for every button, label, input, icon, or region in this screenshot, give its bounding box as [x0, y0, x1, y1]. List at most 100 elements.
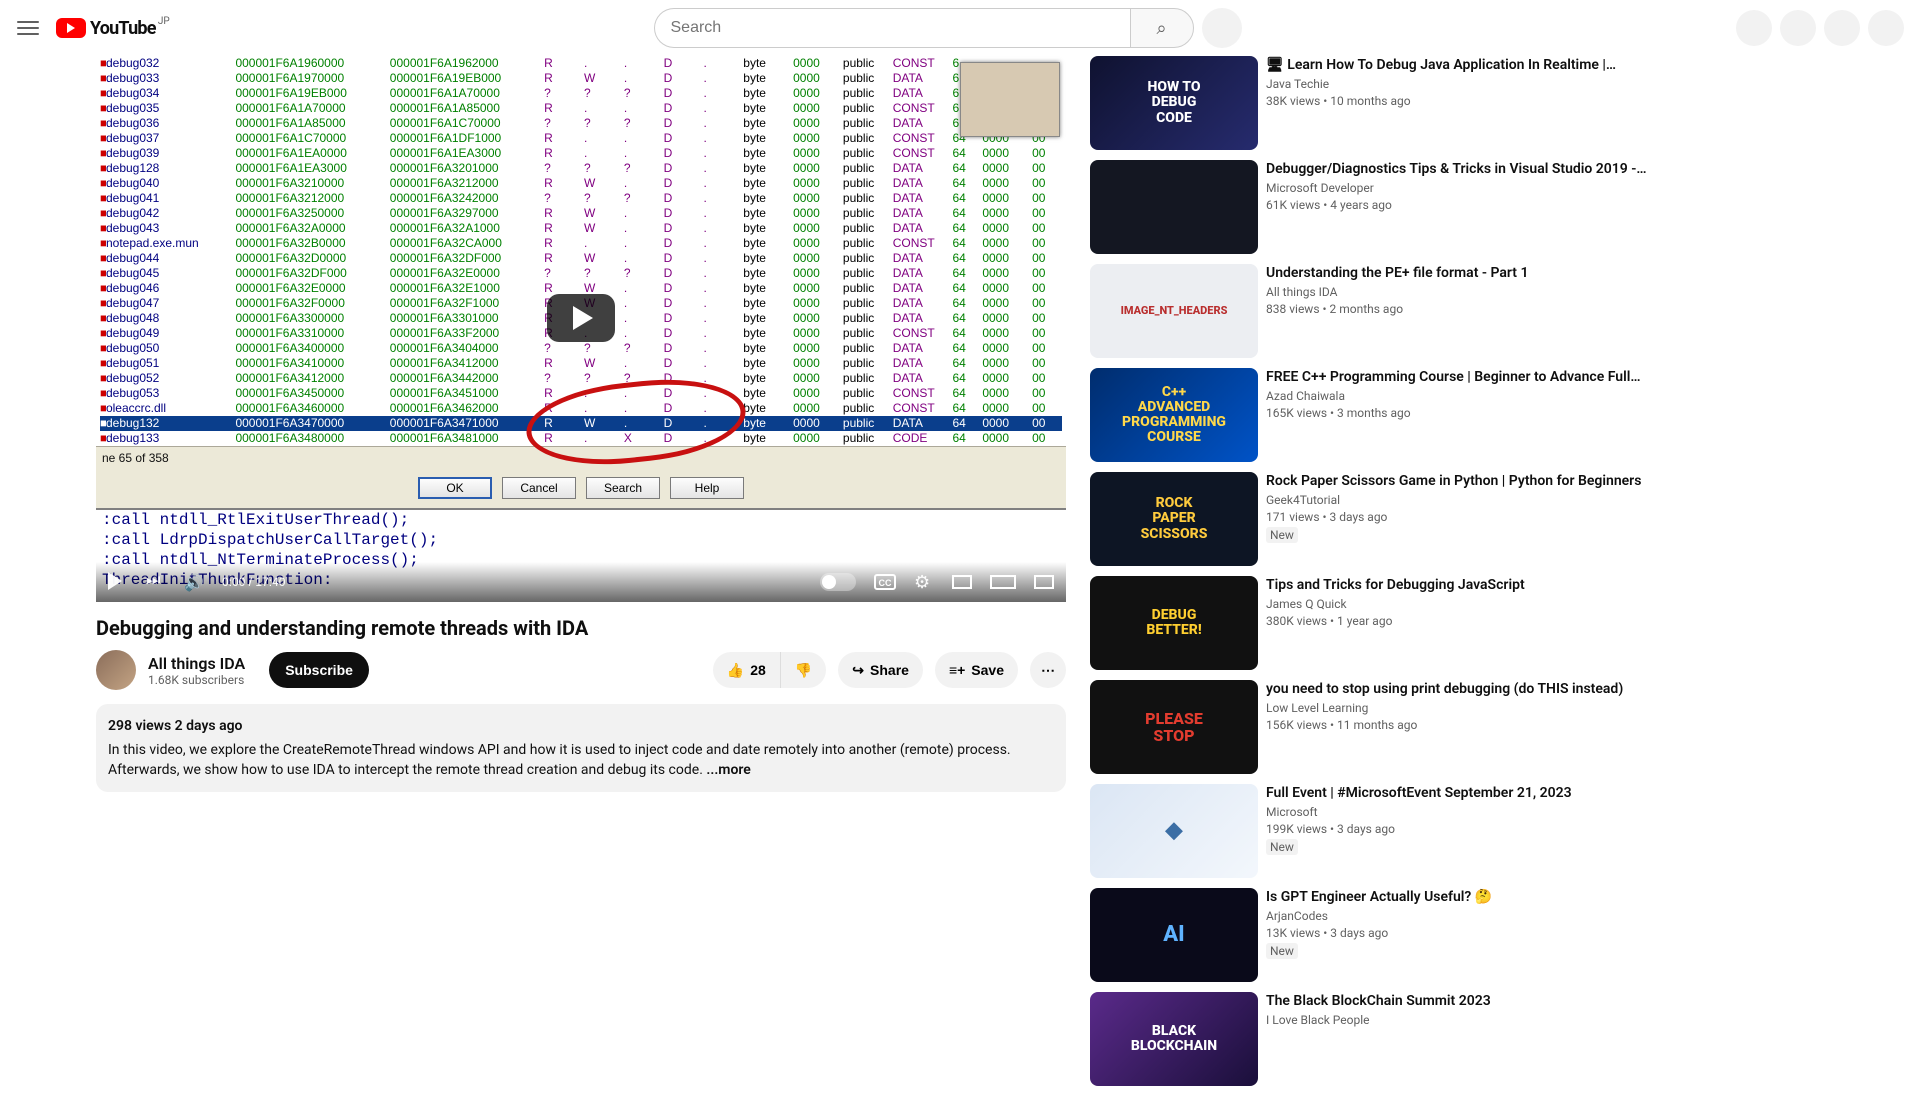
- share-button[interactable]: ↪ Share: [838, 652, 923, 688]
- reco-thumbnail: IMAGE_NT_HEADERS: [1090, 264, 1258, 358]
- reco-title: Tips and Tricks for Debugging JavaScript: [1266, 576, 1525, 594]
- new-badge: New: [1266, 527, 1298, 543]
- recommendation-item[interactable]: DEBUGBETTER!Tips and Tricks for Debuggin…: [1090, 576, 1896, 670]
- video-title: Debugging and understanding remote threa…: [96, 616, 1066, 640]
- reco-meta: 13K views • 3 days ago: [1266, 926, 1492, 940]
- ida-row: ■debug044000001F6A32D0000000001F6A32DF00…: [100, 251, 1062, 266]
- search-button[interactable]: ⌕: [1130, 8, 1194, 48]
- ida-row: ■debug052000001F6A3412000000001F6A344200…: [100, 371, 1062, 386]
- reco-thumbnail: ROCKPAPERSCISSORS: [1090, 472, 1258, 566]
- ida-row: ■notepad.exe.mun000001F6A32B0000000001F6…: [100, 236, 1062, 251]
- thumbs-up-icon: 👍: [727, 662, 744, 679]
- save-button[interactable]: ≡+ Save: [935, 652, 1018, 688]
- youtube-logo[interactable]: YouTube JP: [56, 18, 156, 39]
- recommendation-item[interactable]: Debugger/Diagnostics Tips & Tricks in Vi…: [1090, 160, 1896, 254]
- video-meta-row: All things IDA 1.68K subscribers Subscri…: [96, 650, 1066, 690]
- subscribe-button[interactable]: Subscribe: [269, 652, 369, 688]
- ida-row: ■debug039000001F6A1EA0000000001F6A1EA300…: [100, 146, 1062, 161]
- description-box[interactable]: 298 views 2 days ago In this video, we e…: [96, 704, 1066, 792]
- ida-ok-button: OK: [418, 477, 492, 499]
- captions-button[interactable]: CC: [874, 574, 896, 590]
- more-actions-button[interactable]: ⋯: [1030, 652, 1066, 688]
- reco-channel: Low Level Learning: [1266, 701, 1623, 715]
- dislike-button[interactable]: 👎: [781, 652, 826, 688]
- thumbs-down-icon: 👎: [795, 662, 812, 679]
- volume-button[interactable]: [184, 572, 204, 592]
- search-form: ⌕: [654, 8, 1194, 48]
- reco-channel: Java Techie: [1266, 77, 1616, 91]
- reco-title: Rock Paper Scissors Game in Python | Pyt…: [1266, 472, 1641, 490]
- recommendation-item[interactable]: ROCKPAPERSCISSORS Rock Paper Scissors Gam…: [1090, 472, 1896, 566]
- show-more-button[interactable]: ...more: [706, 762, 750, 778]
- video-player[interactable]: ■debug032000001F6A1960000000001F6A196200…: [96, 56, 1066, 602]
- reco-thumbnail: ◆: [1090, 784, 1258, 878]
- ida-row: ■debug051000001F6A3410000000001F6A341200…: [100, 356, 1062, 371]
- reco-meta: 156K views • 11 months ago: [1266, 718, 1623, 732]
- ida-row: ■debug133000001F6A3480000000001F6A348100…: [100, 431, 1062, 446]
- like-button[interactable]: 👍 28: [713, 652, 781, 688]
- fullscreen-button[interactable]: [1034, 575, 1054, 589]
- player-control-bar: ⏭ 0:00 / 17:40 CC: [96, 562, 1066, 602]
- header-action-3[interactable]: [1824, 10, 1860, 46]
- recommendation-item[interactable]: HOW TODEBUGCODE 🖥 Learn How To Debug Java…: [1090, 56, 1896, 150]
- ida-row: ■debug042000001F6A3250000000001F6A329700…: [100, 206, 1062, 221]
- reco-meta: 165K views • 3 months ago: [1266, 406, 1640, 420]
- reco-meta: 38K views • 10 months ago: [1266, 94, 1616, 108]
- reco-thumbnail: C++ADVANCEDPROGRAMMINGCOURSE: [1090, 368, 1258, 462]
- reco-title: The Black BlockChain Summit 2023: [1266, 992, 1491, 1010]
- reco-channel: Microsoft: [1266, 805, 1572, 819]
- big-play-button[interactable]: [547, 294, 615, 342]
- recommendation-item[interactable]: AIIs GPT Engineer Actually Useful? 🤔Arja…: [1090, 888, 1896, 982]
- reco-thumbnail: [1090, 160, 1258, 254]
- country-code: JP: [158, 16, 170, 27]
- description-line2: Afterwards, we show how to use IDA to in…: [108, 762, 706, 778]
- like-count: 28: [750, 662, 766, 678]
- reco-title: Full Event | #MicrosoftEvent September 2…: [1266, 784, 1572, 802]
- webcam-overlay: [960, 62, 1060, 137]
- miniplayer-button[interactable]: [952, 575, 972, 589]
- recommendation-item[interactable]: ◆ Full Event | #MicrosoftEvent September …: [1090, 784, 1896, 878]
- reco-channel: ArjanCodes: [1266, 909, 1492, 923]
- voice-search-button[interactable]: [1202, 8, 1242, 48]
- recommendation-item[interactable]: IMAGE_NT_HEADERSUnderstanding the PE+ fi…: [1090, 264, 1896, 358]
- search-input[interactable]: [654, 8, 1130, 48]
- recommendation-item[interactable]: PLEASESTOPyou need to stop using print d…: [1090, 680, 1896, 774]
- channel-name[interactable]: All things IDA: [148, 654, 245, 673]
- masthead: YouTube JP ⌕: [0, 0, 1920, 56]
- header-action-1[interactable]: [1736, 10, 1772, 46]
- ida-row: ■debug053000001F6A3450000000001F6A345100…: [100, 386, 1062, 401]
- recommendations-list: HOW TODEBUGCODE 🖥 Learn How To Debug Java…: [1090, 56, 1896, 1096]
- reco-meta: 61K views • 4 years ago: [1266, 198, 1647, 212]
- reco-channel: James Q Quick: [1266, 597, 1525, 611]
- ida-row: ■debug041000001F6A3212000000001F6A324200…: [100, 191, 1062, 206]
- channel-avatar[interactable]: [96, 650, 136, 690]
- settings-button[interactable]: [914, 572, 934, 592]
- reco-channel: I Love Black People: [1266, 1013, 1491, 1027]
- logo-text: YouTube: [90, 18, 156, 39]
- avatar-button[interactable]: [1868, 10, 1904, 46]
- autoplay-toggle[interactable]: [820, 573, 856, 591]
- ida-row: ■debug128000001F6A1EA3000000001F6A320100…: [100, 161, 1062, 176]
- ida-row: ■oleaccrc.dll000001F6A3460000000001F6A34…: [100, 401, 1062, 416]
- ida-row: ■debug050000001F6A3400000000001F6A340400…: [100, 341, 1062, 356]
- recommendation-item[interactable]: C++ADVANCEDPROGRAMMINGCOURSEFREE C++ Pro…: [1090, 368, 1896, 462]
- play-button[interactable]: [108, 572, 128, 592]
- guide-menu-button[interactable]: [16, 16, 40, 40]
- reco-thumbnail: HOW TODEBUGCODE: [1090, 56, 1258, 150]
- reco-meta: 380K views • 1 year ago: [1266, 614, 1525, 628]
- description-line1: In this video, we explore the CreateRemo…: [108, 742, 1011, 758]
- next-button[interactable]: ⏭: [146, 572, 166, 592]
- reco-meta: 199K views • 3 days ago: [1266, 822, 1572, 836]
- time-display: 0:00 / 17:40: [222, 575, 285, 589]
- play-icon: [56, 18, 86, 38]
- ida-row: ■debug032000001F6A1960000000001F6A196200…: [100, 56, 1062, 71]
- new-badge: New: [1266, 839, 1298, 855]
- description-meta: 298 views 2 days ago: [108, 716, 1054, 736]
- header-action-2[interactable]: [1780, 10, 1816, 46]
- ida-row: ■debug033000001F6A1970000000001F6A19EB00…: [100, 71, 1062, 86]
- theater-button[interactable]: [990, 575, 1016, 589]
- recommendation-item[interactable]: BLACKBLOCKCHAINThe Black BlockChain Summ…: [1090, 992, 1896, 1086]
- search-icon: ⌕: [1156, 18, 1166, 38]
- more-icon: ⋯: [1041, 662, 1055, 679]
- reco-title: 🖥 Learn How To Debug Java Application In…: [1266, 56, 1616, 74]
